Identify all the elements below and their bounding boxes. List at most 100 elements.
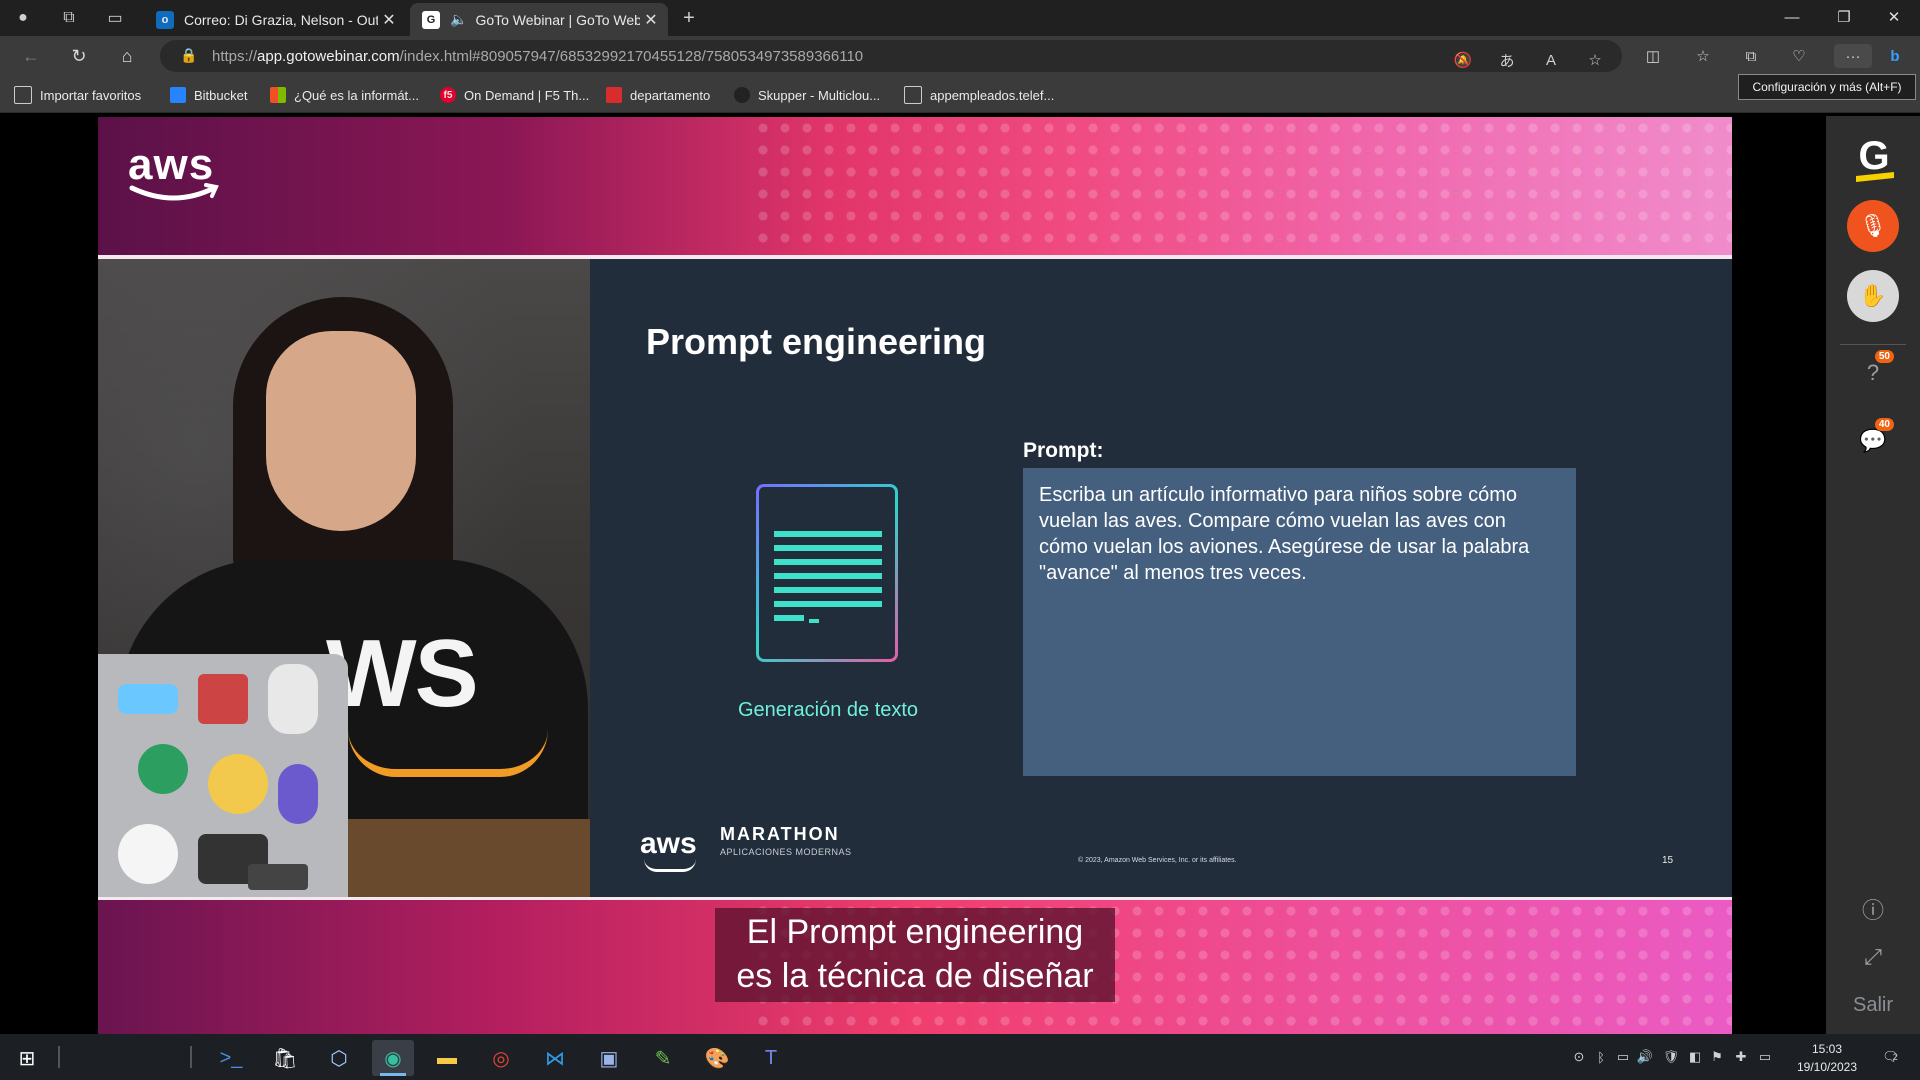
vscode-icon[interactable]: ⋈	[534, 1040, 576, 1076]
slide-number: 15	[1662, 855, 1674, 866]
info-icon: ⓘ	[1861, 898, 1884, 923]
browser-tab-strip: ● ⧉ ▭ o Correo: Di Grazia, Nelson - Outl…	[0, 0, 1920, 36]
close-tab-icon[interactable]: ✕	[640, 10, 662, 30]
tray-lock-icon[interactable]: ⊙	[1570, 1048, 1588, 1066]
settings-more-icon[interactable]: ···	[1834, 44, 1872, 68]
tab-actions-icon[interactable]: ▭	[102, 6, 128, 30]
url-text[interactable]: https://app.gotowebinar.com/index.html#8…	[212, 48, 863, 65]
slide-header-banner	[98, 117, 1732, 255]
fullscreen-icon: ⤢	[1864, 944, 1882, 969]
question-icon: ?	[1866, 360, 1880, 385]
prompt-label: Prompt:	[1023, 439, 1104, 462]
battery-icon[interactable]: ▭	[1756, 1048, 1774, 1066]
bitbucket-icon	[170, 87, 186, 103]
slide-aws-logo: aws	[640, 827, 697, 860]
info-button[interactable]: ⓘ	[1856, 892, 1890, 926]
text-generation-label: Generación de texto	[737, 699, 919, 721]
tab-gotowebinar[interactable]: G 🔈 GoTo Webinar | GoTo Webin ✕	[410, 3, 668, 36]
outlook-icon: o	[156, 10, 174, 29]
collections-icon[interactable]: ⧉	[1738, 44, 1764, 68]
favorite-star-icon[interactable]: ☆	[1582, 48, 1608, 72]
profile-avatar-icon[interactable]: ●	[10, 6, 36, 30]
tray-app-icon[interactable]: ✚	[1732, 1048, 1750, 1066]
skupper-icon	[734, 87, 750, 103]
remote-desktop-icon[interactable]: ▣	[588, 1040, 630, 1076]
back-icon[interactable]: ←	[16, 42, 46, 70]
notepad-plus-icon[interactable]: ✎	[642, 1040, 684, 1076]
network-icon[interactable]: ▭	[1614, 1048, 1632, 1066]
chat-badge: 40	[1874, 418, 1894, 431]
teams-icon[interactable]: T	[750, 1040, 792, 1076]
goto-icon: G	[422, 10, 440, 29]
fullscreen-button[interactable]: ⤢	[1856, 940, 1890, 974]
browser-essentials-icon[interactable]: ♡	[1786, 44, 1812, 68]
favorites-icon[interactable]: ☆	[1690, 44, 1716, 68]
translate-icon[interactable]: あ	[1494, 48, 1520, 72]
paint-icon[interactable]: 🎨	[696, 1040, 738, 1076]
home-icon[interactable]: ⌂	[112, 42, 142, 70]
split-screen-icon[interactable]: ◫	[1640, 44, 1666, 68]
refresh-icon[interactable]: ↻	[64, 42, 94, 70]
shirt-text: WS	[326, 620, 479, 727]
aws-logo: aws	[128, 140, 219, 201]
page-icon	[904, 86, 922, 104]
tab-title: Correo: Di Grazia, Nelson - Outlo	[184, 11, 378, 28]
security-icon[interactable]: 🛡	[1662, 1048, 1680, 1066]
microphone-muted-button[interactable]: 🎙	[1847, 200, 1899, 252]
copyright: © 2023, Amazon Web Services, Inc. or its…	[1078, 857, 1237, 864]
close-tab-icon[interactable]: ✕	[378, 10, 400, 30]
bluetooth-icon[interactable]: ᛒ	[1592, 1048, 1610, 1066]
fav-import[interactable]: Importar favoritos	[14, 85, 141, 105]
lock-icon[interactable]: 🔒	[180, 47, 197, 64]
presenter-video: WS	[98, 259, 590, 897]
marathon-subtitle: APLICACIONES MODERNAS	[720, 847, 852, 857]
fav-f5[interactable]: f5 On Demand | F5 Th...	[440, 85, 589, 105]
volume-icon[interactable]: 🔊	[1636, 1048, 1654, 1066]
chrome-icon[interactable]: ◎	[480, 1040, 522, 1076]
settings-tooltip: Configuración y más (Alt+F)	[1738, 74, 1916, 100]
tab-outlook[interactable]: o Correo: Di Grazia, Nelson - Outlo ✕	[144, 3, 406, 36]
taskbar-clock[interactable]: 15:03 19/10/2023	[1782, 1040, 1872, 1076]
caption-line: es la técnica de diseñar	[736, 957, 1094, 995]
presentation-slide: Prompt engineering Generación de texto P…	[590, 259, 1732, 897]
questions-button[interactable]: ? 50	[1856, 350, 1894, 390]
document-icon	[756, 484, 898, 662]
exit-button[interactable]: Salir	[1826, 994, 1920, 1017]
favorites-bar: Importar favoritos Bitbucket ¿Qué es la …	[0, 76, 1920, 113]
bing-copilot-icon[interactable]: b	[1882, 44, 1908, 68]
goto-logo: G	[1854, 134, 1894, 182]
chat-icon: 💬	[1859, 428, 1887, 453]
new-tab-icon[interactable]: +	[676, 6, 702, 30]
workspaces-icon[interactable]: ⧉	[56, 6, 82, 30]
microphone-muted-icon: 🎙	[1859, 213, 1887, 238]
windows-taskbar: ⊞ >_ 🛍 ⬡ ◉ ▬ ◎ ⋈ ▣ ✎ 🎨 T ⊙ ᛒ ▭ 🔊 🛡 ◧ ⚑ ✚…	[0, 1034, 1920, 1080]
chat-button[interactable]: 💬 40	[1856, 418, 1894, 458]
minimize-icon[interactable]: —	[1766, 0, 1818, 34]
powershell-icon[interactable]: >_	[210, 1040, 252, 1076]
microsoft-icon	[270, 87, 286, 103]
fav-departamento[interactable]: departamento	[606, 85, 710, 105]
audio-playing-icon[interactable]: 🔈	[450, 11, 467, 28]
restore-icon[interactable]: ❐	[1818, 0, 1870, 34]
notifications-blocked-icon[interactable]: 🔕	[1450, 48, 1476, 72]
fav-appempleados[interactable]: appempleados.telef...	[904, 85, 1054, 105]
import-icon	[14, 86, 32, 104]
store-icon[interactable]: 🛍	[264, 1040, 306, 1076]
fav-que-es[interactable]: ¿Qué es la informát...	[270, 85, 419, 105]
pdf-icon	[606, 87, 622, 103]
notifications-icon[interactable]: 🗨 2	[1878, 1048, 1902, 1066]
edge-icon[interactable]: ◉	[372, 1040, 414, 1076]
fav-skupper[interactable]: Skupper - Multiclou...	[734, 85, 880, 105]
address-bar[interactable]: 🔒 https://app.gotowebinar.com/index.html…	[160, 40, 1622, 72]
close-window-icon[interactable]: ✕	[1868, 0, 1920, 34]
prompt-box: Escriba un artículo informativo para niñ…	[1023, 468, 1576, 776]
read-aloud-icon[interactable]: A	[1538, 48, 1564, 72]
file-explorer-icon[interactable]: ▬	[426, 1040, 468, 1076]
tray-app-icon[interactable]: ◧	[1686, 1048, 1704, 1066]
virtualbox-icon[interactable]: ⬡	[318, 1040, 360, 1076]
tray-app-icon[interactable]: ⚑	[1708, 1048, 1726, 1066]
marathon-title: MARATHON	[720, 824, 840, 844]
windows-start-icon[interactable]: ⊞	[6, 1040, 48, 1076]
fav-bitbucket[interactable]: Bitbucket	[170, 85, 247, 105]
raise-hand-button[interactable]: ✋	[1847, 270, 1899, 322]
